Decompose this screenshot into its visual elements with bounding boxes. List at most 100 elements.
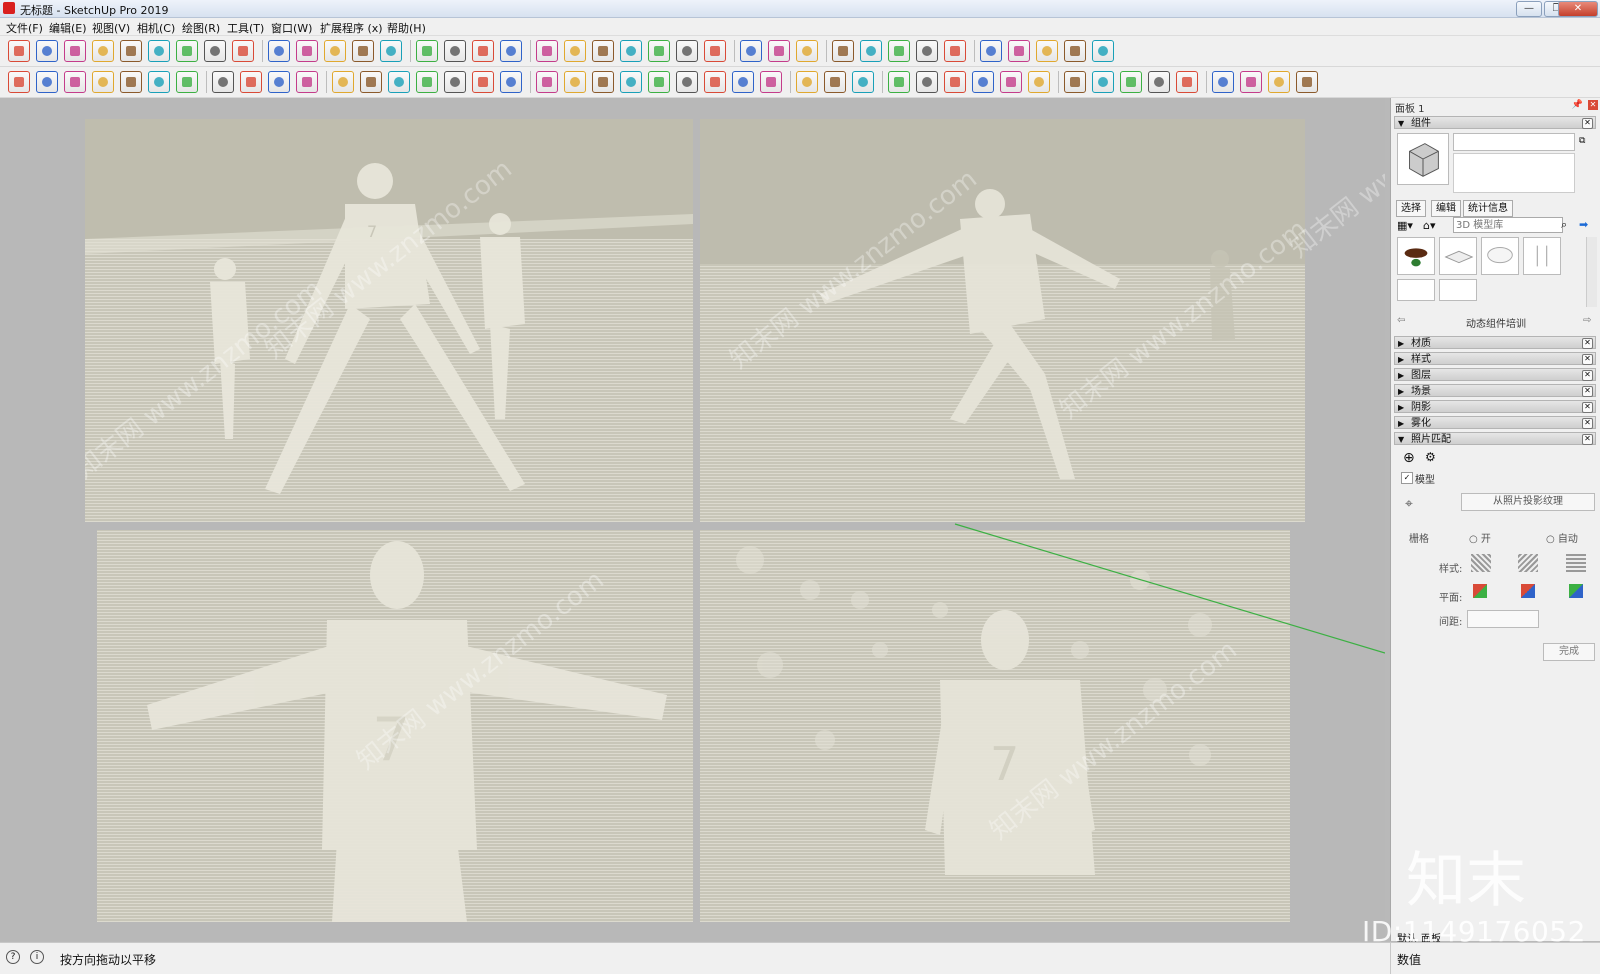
- plane-green-blue-icon[interactable]: [1569, 584, 1583, 598]
- model-viewport[interactable]: 7 知末网 www.znzmo.com 知末网 www.znzmo.com 知末…: [0, 98, 1385, 941]
- section-shadows[interactable]: ▶ 阴影 ✕: [1394, 400, 1596, 413]
- toolbar-tool-icon[interactable]: [1000, 71, 1022, 93]
- toolbar-tool-icon[interactable]: [1064, 71, 1086, 93]
- panel-close-icon[interactable]: ✕: [1588, 100, 1598, 110]
- toolbar-tool-icon[interactable]: [852, 71, 874, 93]
- toolbar-tool-icon[interactable]: [972, 71, 994, 93]
- tab-select[interactable]: 选择: [1396, 200, 1426, 217]
- toolbar-tool-icon[interactable]: [760, 71, 782, 93]
- forward-arrow-icon[interactable]: ➡: [1579, 218, 1588, 231]
- component-thumb-6[interactable]: [1439, 279, 1477, 301]
- component-thumb-4[interactable]: [1523, 237, 1561, 275]
- plane-red-blue-icon[interactable]: [1521, 584, 1535, 598]
- toolbar-tool-icon[interactable]: [1008, 40, 1030, 62]
- spacing-input[interactable]: [1467, 610, 1539, 628]
- toolbar-tool-icon[interactable]: [648, 40, 670, 62]
- menu-camera[interactable]: 相机(C): [137, 20, 175, 36]
- toolbar-tool-icon[interactable]: [148, 71, 170, 93]
- toolbar-tool-icon[interactable]: [676, 40, 698, 62]
- toolbar-tool-icon[interactable]: [268, 71, 290, 93]
- component-name-field[interactable]: [1453, 133, 1575, 151]
- view-options-icon[interactable]: ▦▾: [1397, 219, 1413, 232]
- toolbar-tool-icon[interactable]: [120, 71, 142, 93]
- toolbar-tool-icon[interactable]: [1268, 71, 1290, 93]
- done-button[interactable]: 完成: [1543, 643, 1595, 661]
- toolbar-tool-icon[interactable]: [352, 40, 374, 62]
- toolbar-tool-icon[interactable]: [796, 40, 818, 62]
- toolbar-tool-icon[interactable]: [92, 40, 114, 62]
- toolbar-tool-icon[interactable]: [1092, 71, 1114, 93]
- component-thumb-5[interactable]: [1397, 279, 1435, 301]
- close-button[interactable]: ✕: [1558, 1, 1598, 17]
- toolbar-tool-icon[interactable]: [416, 71, 438, 93]
- toolbar-tool-icon[interactable]: [536, 40, 558, 62]
- toolbar-tool-icon[interactable]: [360, 71, 382, 93]
- toolbar-tool-icon[interactable]: [204, 40, 226, 62]
- toolbar-tool-icon[interactable]: [1064, 40, 1086, 62]
- toolbar-tool-icon[interactable]: [1296, 71, 1318, 93]
- toolbar-tool-icon[interactable]: [176, 71, 198, 93]
- grid-style-1[interactable]: [1471, 554, 1491, 572]
- georeference-icon[interactable]: ?: [6, 950, 20, 964]
- toolbar-tool-icon[interactable]: [324, 40, 346, 62]
- details-icon[interactable]: ⧉: [1579, 136, 1585, 146]
- toolbar-tool-icon[interactable]: [888, 40, 910, 62]
- toolbar-tool-icon[interactable]: [64, 71, 86, 93]
- info-icon[interactable]: i: [30, 950, 44, 964]
- toolbar-tool-icon[interactable]: [620, 40, 642, 62]
- thumbs-scrollbar[interactable]: [1586, 237, 1597, 307]
- menu-tools[interactable]: 工具(T): [227, 20, 264, 36]
- component-thumb-2[interactable]: [1439, 237, 1477, 275]
- toolbar-tool-icon[interactable]: [648, 71, 670, 93]
- add-photo-icon[interactable]: ⊕: [1403, 450, 1415, 466]
- toolbar-tool-icon[interactable]: [536, 71, 558, 93]
- component-description-field[interactable]: [1453, 153, 1575, 193]
- toolbar-tool-icon[interactable]: [472, 71, 494, 93]
- toolbar-tool-icon[interactable]: [732, 71, 754, 93]
- toolbar-tool-icon[interactable]: [8, 71, 30, 93]
- toolbar-tool-icon[interactable]: [1028, 71, 1050, 93]
- grid-style-2[interactable]: [1518, 554, 1538, 572]
- toolbar-tool-icon[interactable]: [500, 71, 522, 93]
- forward-arrow-icon[interactable]: ⇨: [1583, 315, 1591, 326]
- toolbar-tool-icon[interactable]: [332, 71, 354, 93]
- toolbar-tool-icon[interactable]: [232, 40, 254, 62]
- section-fog[interactable]: ▶ 雾化 ✕: [1394, 416, 1596, 429]
- settings-icon[interactable]: ⚙: [1425, 450, 1436, 464]
- grid-auto-radio[interactable]: ○ 自动: [1546, 530, 1578, 545]
- pin-icon[interactable]: 📌: [1572, 100, 1583, 110]
- toolbar-tool-icon[interactable]: [240, 71, 262, 93]
- toolbar-tool-icon[interactable]: [704, 40, 726, 62]
- toolbar-tool-icon[interactable]: [564, 40, 586, 62]
- toolbar-tool-icon[interactable]: [176, 40, 198, 62]
- project-texture-button[interactable]: 从照片投影纹理: [1461, 493, 1595, 511]
- toolbar-tool-icon[interactable]: [1176, 71, 1198, 93]
- toolbar-tool-icon[interactable]: [592, 71, 614, 93]
- grid-style-3[interactable]: [1566, 554, 1586, 572]
- toolbar-tool-icon[interactable]: [916, 40, 938, 62]
- toolbar-tool-icon[interactable]: [888, 71, 910, 93]
- toolbar-tool-icon[interactable]: [824, 71, 846, 93]
- toolbar-tool-icon[interactable]: [1036, 40, 1058, 62]
- plane-red-green-icon[interactable]: [1473, 584, 1487, 598]
- toolbar-tool-icon[interactable]: [92, 71, 114, 93]
- menu-edit[interactable]: 编辑(E): [49, 20, 87, 36]
- toolbar-tool-icon[interactable]: [472, 40, 494, 62]
- toolbar-tool-icon[interactable]: [388, 71, 410, 93]
- toolbar-tool-icon[interactable]: [8, 40, 30, 62]
- toolbar-tool-icon[interactable]: [1212, 71, 1234, 93]
- toolbar-tool-icon[interactable]: [36, 71, 58, 93]
- toolbar-tool-icon[interactable]: [676, 71, 698, 93]
- grid-on-radio[interactable]: ○ 开: [1469, 530, 1491, 545]
- toolbar-tool-icon[interactable]: [768, 40, 790, 62]
- toolbar-tool-icon[interactable]: [444, 40, 466, 62]
- toolbar-tool-icon[interactable]: [1120, 71, 1142, 93]
- toolbar-tool-icon[interactable]: [620, 71, 642, 93]
- toolbar-tool-icon[interactable]: [296, 71, 318, 93]
- tab-statistics[interactable]: 统计信息: [1463, 200, 1513, 217]
- toolbar-tool-icon[interactable]: [564, 71, 586, 93]
- search-icon[interactable]: ⌕: [1561, 218, 1567, 232]
- toolbar-tool-icon[interactable]: [704, 71, 726, 93]
- toolbar-tool-icon[interactable]: [740, 40, 762, 62]
- model-search-input[interactable]: [1453, 217, 1563, 233]
